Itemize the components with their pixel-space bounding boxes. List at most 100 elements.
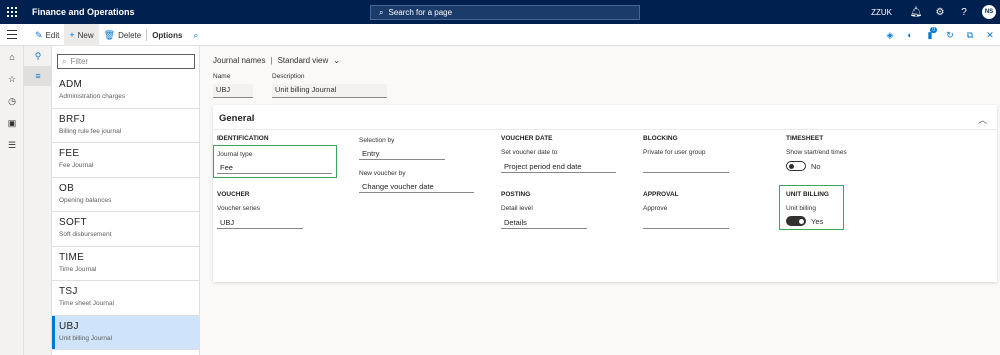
journal-code: OB [59, 182, 75, 194]
private-user-group-value[interactable] [643, 160, 729, 173]
find-search-icon[interactable]: ⌕ [187, 30, 204, 41]
filter-search-icon: ⌕ [62, 56, 67, 66]
edit-button[interactable]: ✎ Edit [30, 24, 64, 46]
journal-code: TSJ [59, 286, 78, 297]
close-icon[interactable]: ✕ [980, 30, 1000, 41]
journal-list: ADM Administration charges BRFJ Billing … [52, 74, 200, 350]
new-voucher-by-label: New voucher by [359, 170, 406, 177]
journal-type-value[interactable]: Fee [217, 161, 332, 174]
journal-code: SOFT [59, 217, 87, 228]
notifications-bell-icon[interactable]: 🔔︎ [904, 7, 928, 18]
set-voucher-date-label: Set voucher date to [501, 149, 558, 156]
edit-label: Edit [45, 30, 60, 40]
journal-list-pane: ⌕ Filter ADM Administration charges BRFJ… [52, 46, 200, 355]
favorites-star-icon[interactable]: ☆ [0, 68, 24, 90]
journal-description: Opening balances [59, 196, 112, 204]
list-item[interactable]: BRFJ Billing rule fee journal [52, 109, 200, 143]
list-item[interactable]: OB Opening balances [52, 178, 200, 212]
journal-description: Unit billing Journal [59, 334, 113, 342]
search-icon: ⌕ [379, 7, 384, 17]
description-value[interactable]: Unit billing Journal [272, 84, 387, 98]
options-tab[interactable]: Options [147, 24, 187, 46]
name-label: Name [213, 73, 231, 80]
show-start-end-toggle[interactable] [786, 161, 806, 171]
list-item[interactable]: FEE Fee Journal [52, 143, 200, 178]
approve-label: Approve [643, 205, 668, 212]
selection-by-value[interactable]: Entry [359, 147, 445, 160]
chevron-down-icon[interactable]: ⌄ [333, 56, 340, 65]
section-divider [213, 129, 997, 130]
list-item[interactable]: TIME Time Journal [52, 247, 200, 281]
set-voucher-date-value[interactable]: Project period end date [501, 160, 616, 173]
app-launcher-icon[interactable] [7, 7, 17, 17]
filter-funnel-icon[interactable]: ⚲ [24, 46, 52, 66]
approve-value[interactable] [643, 216, 729, 229]
hamburger-menu-icon[interactable] [7, 30, 17, 39]
action-pane: ✎ Edit + New 🗑︎ Delete Options ⌕ ◈ ◐ ▮ 0 … [0, 24, 1000, 46]
company-picker[interactable]: ZZUK [871, 8, 892, 17]
blocking-group-title: BLOCKING [643, 135, 678, 142]
top-bar: Finance and Operations ⌕ Search for a pa… [0, 0, 1000, 24]
list-item[interactable]: TSJ Time sheet Journal [52, 281, 200, 316]
delete-label: Delete [118, 30, 142, 40]
settings-gear-icon[interactable]: ⚙ [928, 7, 952, 18]
view-selector[interactable]: Standard view [278, 56, 329, 65]
private-user-group-label: Private for user group [643, 149, 706, 156]
attachments-badge: 0 [930, 26, 937, 33]
pencil-icon: ✎ [35, 29, 43, 40]
list-view-icon[interactable]: ≡ [24, 66, 52, 86]
journal-description: Soft disbursement [59, 231, 112, 238]
name-value[interactable]: UBJ [213, 84, 253, 98]
details-content: Journal names | Standard view ⌄ Name UBJ… [200, 46, 1000, 355]
identification-group-title: IDENTIFICATION [217, 135, 269, 142]
attachments-icon[interactable]: ▮ 0 [920, 26, 940, 41]
workspaces-icon[interactable]: ▣ [0, 112, 24, 134]
chevron-up-icon[interactable]: ︿ [978, 113, 987, 126]
voucher-series-label: Voucher series [217, 205, 260, 212]
list-tools: ⚲ ≡ [24, 46, 52, 355]
open-new-window-icon[interactable]: ⧉ [960, 30, 980, 41]
voucher-series-value[interactable]: UBJ [217, 216, 303, 229]
filter-input[interactable]: ⌕ Filter [57, 54, 195, 69]
search-placeholder: Search for a page [388, 8, 453, 17]
page-title: Journal names [213, 56, 266, 65]
office-icon[interactable]: ◐ [900, 30, 920, 40]
list-item-selected[interactable]: UBJ Unit billing Journal [52, 315, 200, 350]
journal-description: Fee Journal [59, 162, 94, 169]
help-question-icon[interactable]: ? [952, 7, 976, 18]
selection-by-label: Selection by [359, 137, 395, 144]
plus-icon: + [69, 30, 75, 40]
journal-code: UBJ [59, 320, 79, 332]
journal-description: Billing rule fee journal [59, 127, 122, 135]
voucher-group-title: VOUCHER [217, 191, 250, 198]
navigation-rail: ⌂ ☆ ◷ ▣ ☰ [0, 46, 24, 355]
unit-billing-group-title: UNIT BILLING [786, 191, 829, 198]
description-field: Description Unit billing Journal [272, 73, 387, 98]
voucher-date-group-title: VOUCHER DATE [501, 135, 553, 142]
timesheet-group-title: TIMESHEET [786, 135, 824, 142]
general-section-title[interactable]: General [219, 113, 254, 124]
journal-description: Administration charges [59, 93, 126, 100]
new-button[interactable]: + New [64, 24, 99, 46]
user-avatar[interactable]: NS [982, 5, 996, 19]
show-start-end-value: No [811, 162, 821, 171]
unit-billing-toggle[interactable] [786, 216, 806, 226]
journal-description: Time Journal [59, 265, 97, 273]
new-voucher-by-value[interactable]: Change voucher date [359, 180, 474, 193]
new-label: New [77, 30, 94, 40]
detail-level-value[interactable]: Details [501, 216, 587, 229]
app-title[interactable]: Finance and Operations [32, 7, 135, 17]
list-item[interactable]: ADM Administration charges [52, 74, 200, 109]
list-item[interactable]: SOFT Soft disbursement [52, 212, 200, 247]
view-breadcrumb: Journal names | Standard view ⌄ [213, 56, 340, 65]
recent-clock-icon[interactable]: ◷ [0, 90, 24, 112]
page-search-box[interactable]: ⌕ Search for a page [370, 5, 640, 20]
power-apps-icon[interactable]: ◈ [880, 30, 900, 41]
refresh-icon[interactable]: ↻ [940, 30, 960, 41]
modules-list-icon[interactable]: ☰ [0, 134, 24, 156]
journal-code: TIME [59, 251, 85, 263]
journal-code: ADM [59, 79, 83, 90]
home-icon[interactable]: ⌂ [0, 46, 24, 68]
journal-type-label: Journal type [217, 151, 253, 158]
delete-button[interactable]: 🗑︎ Delete [99, 24, 147, 46]
